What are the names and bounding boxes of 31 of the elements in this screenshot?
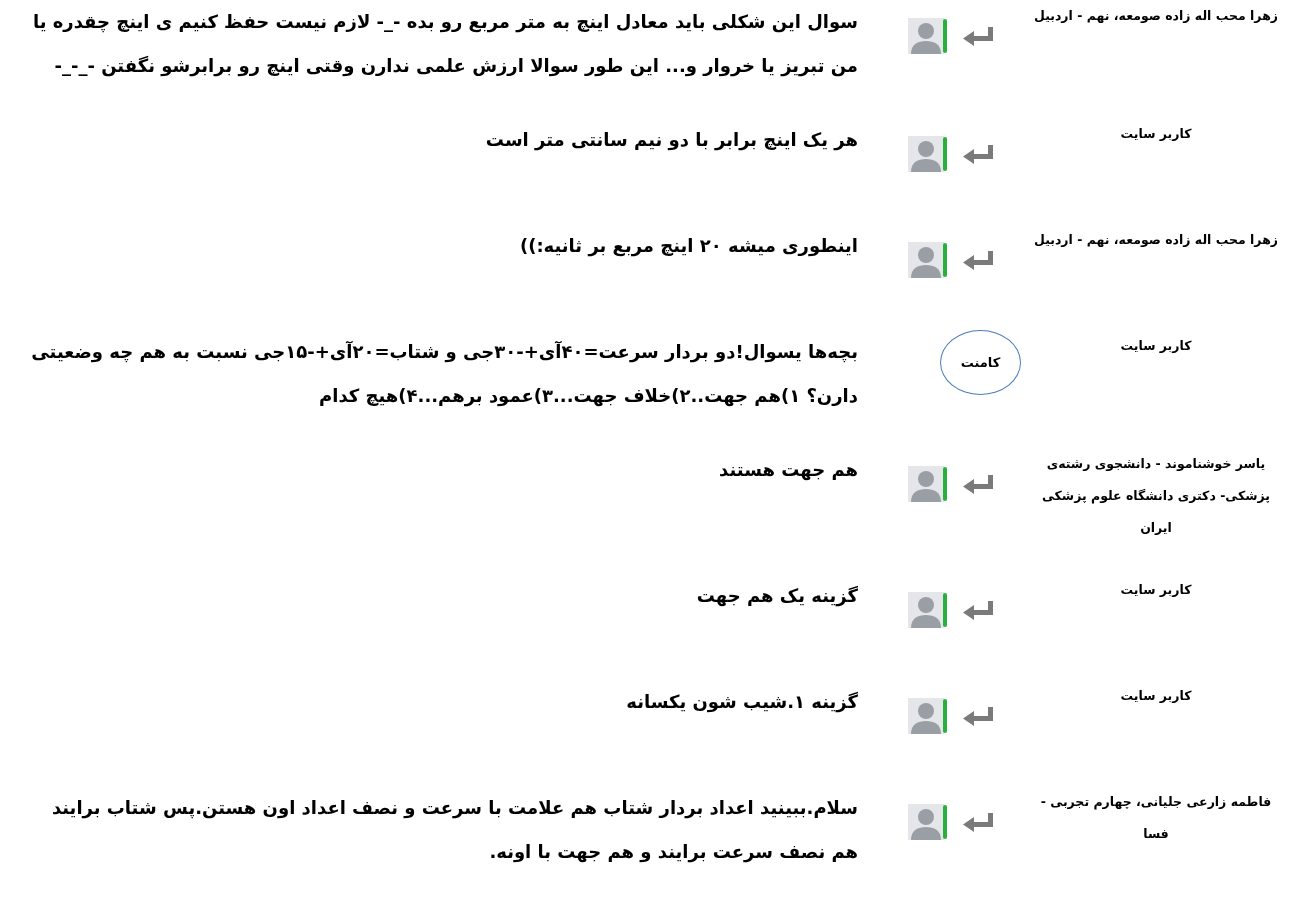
- comment-text: هم جهت هستند: [718, 458, 859, 483]
- comment-tag: کامنت: [940, 330, 1021, 395]
- author-name: یاسر خوشناموند - دانشجوی رشته‌ی پزشکی- دکتری دانشگاه علوم پزشکی ایران: [1040, 455, 1272, 537]
- return-arrow-icon[interactable]: [963, 27, 993, 46]
- comment-text: گزینه ۱.شیب شون یکسانه: [625, 690, 859, 715]
- avatar-icon: [908, 698, 948, 734]
- comment-text: سلام.ببینید اعداد بردار شتاب هم علامت با سرعت و نصف اعداد اون هستن.پس شتاب برایند هم نصف سرعت برایند و هم جهت با اونه.: [50, 796, 859, 865]
- return-arrow-icon[interactable]: [963, 145, 993, 164]
- avatar-icon: [908, 804, 948, 840]
- return-arrow-icon[interactable]: [963, 601, 993, 620]
- return-arrow-icon[interactable]: [963, 707, 993, 726]
- return-arrow-icon[interactable]: [963, 475, 993, 494]
- comment-text: بچه‌ها یسوال!دو بردار سرعت=۴۰آی+-۳۰جی و شتاب=۲۰آی+-۱۵جی نسبت به هم چه وضعیتی دارن؟ ۱)هم جهت..۲)خلاف جهت...۳)عمود برهم...۴)هیچ کدام: [30, 340, 859, 409]
- return-arrow-icon[interactable]: [963, 251, 993, 270]
- avatar-icon: [908, 592, 948, 628]
- avatar-icon: [908, 136, 948, 172]
- author-name: کاربر سایت: [1119, 125, 1193, 143]
- avatar-icon: [908, 242, 948, 278]
- return-arrow-icon[interactable]: [963, 813, 993, 832]
- author-name: کاربر سایت: [1119, 687, 1193, 705]
- author-name: کاربر سایت: [1119, 337, 1193, 355]
- comment-text: سوال این شکلی باید معادل اینچ به متر مربع رو بده -_- لازم نیست حفظ کنیم ی اینچ چقدره یا من تبریز یا خروار و... این طور سوالا ارزش علمی ندارن وقتی اینچ رو برابرشو نگفتن -_-_-: [31, 10, 859, 79]
- comment-text: هر یک اینچ برابر با دو نیم سانتی متر است: [484, 128, 859, 153]
- author-name: کاربر سایت: [1119, 581, 1193, 599]
- avatar-icon: [908, 18, 948, 54]
- comment-text: گزینه یک هم جهت: [695, 584, 859, 609]
- author-name: فاطمه زارعی جلیانی، چهارم تجربی - فسا: [1039, 793, 1273, 843]
- author-name: زهرا محب اله زاده صومعه، نهم - اردبیل: [1033, 231, 1279, 249]
- avatar-icon: [908, 466, 948, 502]
- comment-text: اینطوری میشه ۲۰ اینچ مربع بر ثانیه:)): [518, 234, 859, 259]
- author-name: زهرا محب اله زاده صومعه، نهم - اردبیل: [1033, 7, 1279, 25]
